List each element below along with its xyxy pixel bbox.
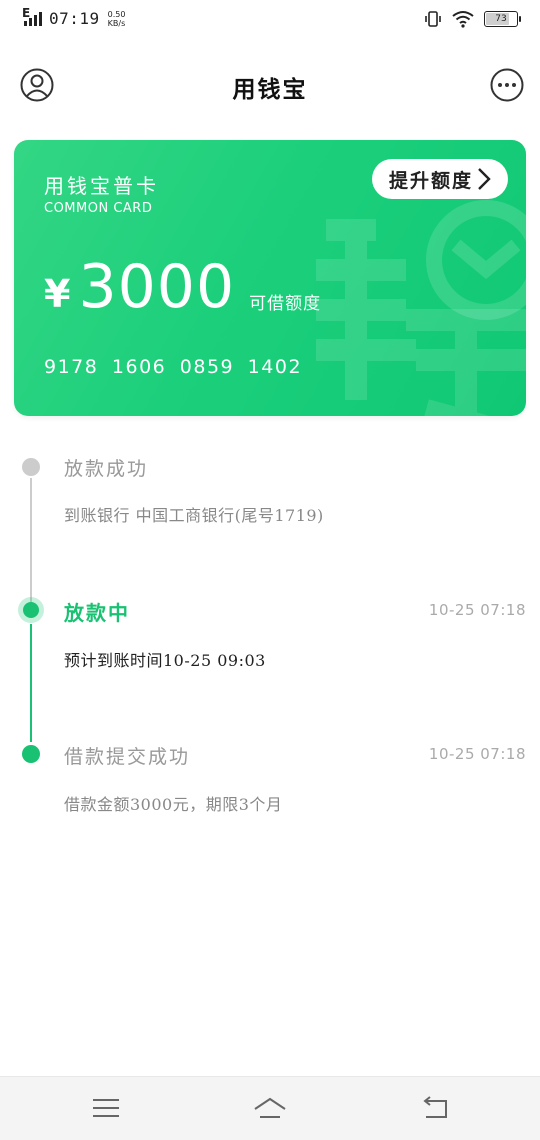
speed-unit: KB/s [107,19,126,28]
currency-symbol: ¥ [44,272,71,316]
loan-timeline: 放款成功 到账银行 中国工商银行(尾号1719) 放款中 10-25 07:18… [0,440,540,840]
step-title: 放款成功 [64,458,149,480]
status-time: 07:19 [49,9,100,28]
credit-amount: ¥ 3000 可借额度 [44,252,321,322]
step-dot-pending [22,458,40,476]
signal-icon: E [22,6,44,28]
step-time: 10-25 07:18 [428,745,526,763]
back-icon[interactable] [420,1095,450,1121]
battery-icon: 73 [484,11,521,27]
status-bar: E 07:19 0.50 KB/s 73 [0,0,540,40]
home-icon[interactable] [252,1095,288,1121]
wifi-icon [452,11,474,28]
step-title: 借款提交成功 [64,746,191,768]
nav-bar: 用钱宝 [0,62,540,108]
step-title: 放款中 [64,601,130,625]
amount-label: 可借额度 [249,294,322,314]
step-dot-done [22,745,40,763]
card-subtitle: COMMON CARD [44,201,153,216]
step-description: 借款金额3000元，期限3个月 [64,795,283,814]
timeline-line-lower [30,624,32,742]
battery-level: 73 [495,14,507,24]
card-number: 9178 1606 0859 1402 [44,356,303,378]
chevron-right-icon [478,168,491,190]
card-name: 用钱宝普卡 [44,174,159,198]
speed-value: 0.50 [107,10,126,19]
credit-card: 用钱宝普卡 COMMON CARD 提升额度 ¥ 3000 可借额度 9178 … [14,140,526,416]
upgrade-limit-label: 提升额度 [388,169,473,192]
timeline-line-upper [30,478,32,604]
more-icon[interactable] [490,68,524,102]
step-description: 预计到账时间10-25 09:03 [64,651,266,670]
amount-value: 3000 [78,252,236,322]
page-title: 用钱宝 [232,76,308,103]
upgrade-limit-button[interactable]: 提升额度 [372,159,508,199]
menu-icon[interactable] [91,1095,121,1121]
step-description: 到账银行 中国工商银行(尾号1719) [64,506,324,525]
card-watermark-icon [316,200,526,416]
system-nav-bar [0,1076,540,1140]
vibrate-icon [425,11,441,27]
step-dot-active-inner [23,602,39,618]
network-speed: 0.50 KB/s [108,10,126,28]
step-time: 10-25 07:18 [428,601,526,619]
